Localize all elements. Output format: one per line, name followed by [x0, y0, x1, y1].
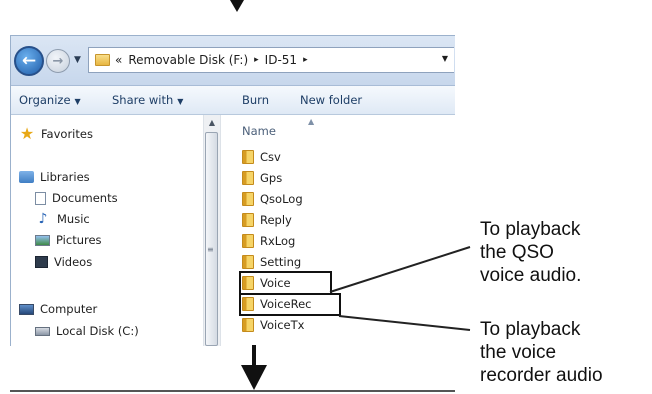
annotation-line: To playback	[480, 219, 581, 240]
bottom-arrow-down-icon	[241, 345, 267, 390]
annotation-line: recorder audio	[480, 365, 603, 386]
recorder-callout-line	[338, 315, 471, 331]
annotation-line: the QSO	[480, 242, 554, 263]
annotation-line: the voice	[480, 342, 557, 363]
annotation-line: voice audio.	[480, 265, 582, 286]
page-divider	[10, 390, 455, 392]
recorder-annotation: To playback the voice recorder audio	[480, 318, 603, 387]
qso-annotation: To playback the QSO voice audio.	[480, 218, 581, 287]
qso-callout-line	[329, 246, 471, 293]
annotation-line: To playback	[480, 319, 581, 340]
